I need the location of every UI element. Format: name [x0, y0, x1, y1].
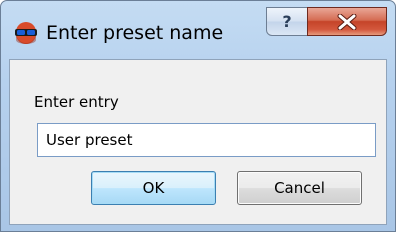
window-title: Enter preset name: [46, 22, 224, 44]
title-bar[interactable]: Enter preset name ?: [1, 1, 395, 59]
ok-button-label: OK: [142, 179, 165, 197]
app-icon: [13, 20, 39, 46]
close-button[interactable]: [307, 7, 387, 36]
help-button[interactable]: ?: [266, 7, 308, 36]
cancel-button-label: Cancel: [274, 179, 325, 197]
help-icon: ?: [282, 12, 292, 31]
entry-input[interactable]: [37, 123, 376, 157]
close-icon: [337, 13, 357, 30]
ok-button[interactable]: OK: [91, 171, 216, 205]
cancel-button[interactable]: Cancel: [237, 171, 362, 205]
entry-label: Enter entry: [34, 93, 119, 111]
